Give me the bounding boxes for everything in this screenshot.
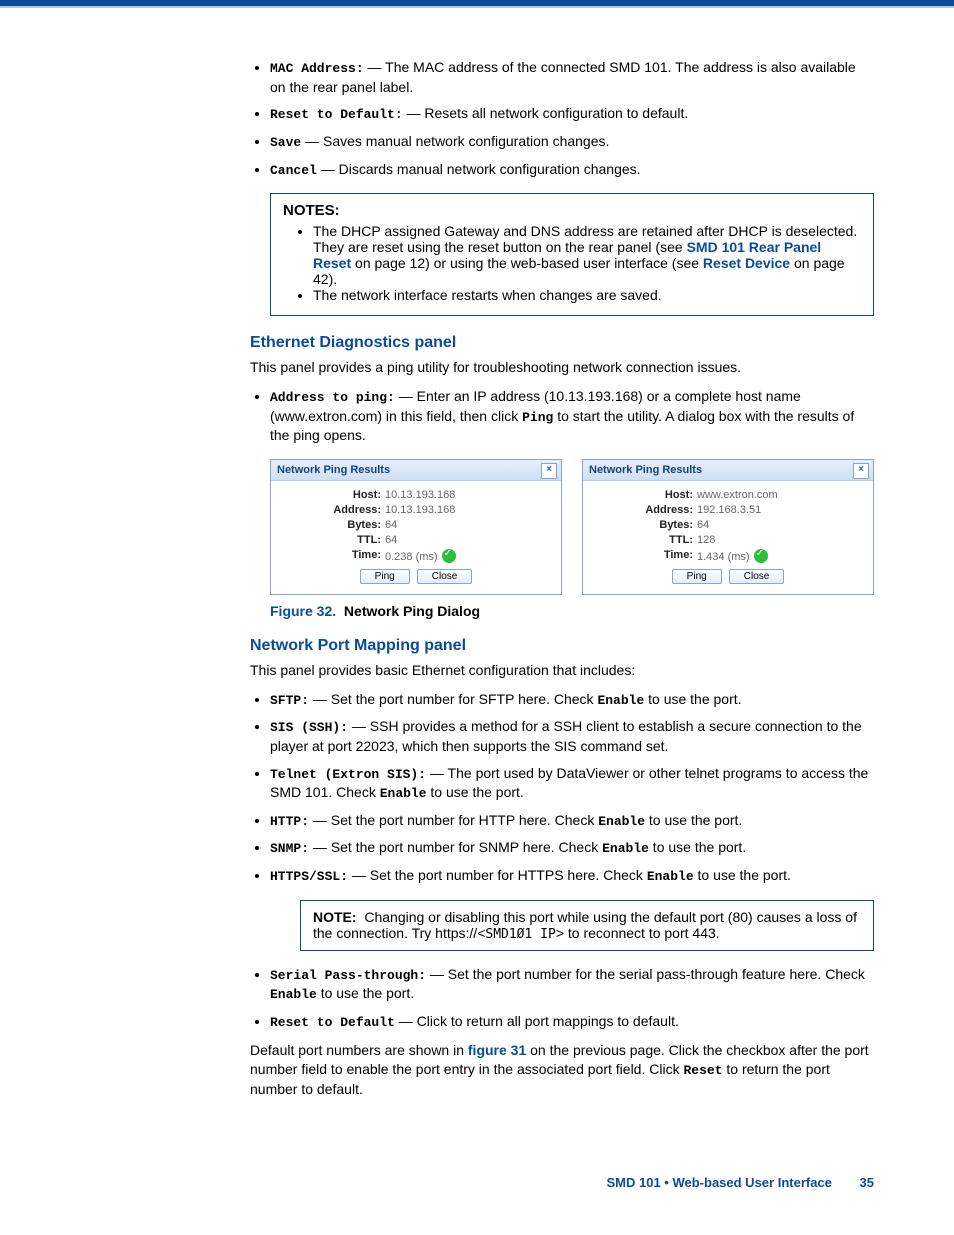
heading-network-port-mapping: Network Port Mapping panel [250, 637, 874, 655]
check-icon [442, 549, 456, 563]
term-reset: Reset to Default: [270, 107, 403, 122]
top-definition-list: MAC Address: — The MAC address of the co… [250, 58, 874, 179]
right-ttl: 128 [697, 534, 715, 546]
notes-item-1: The DHCP assigned Gateway and DNS addres… [313, 223, 861, 287]
note-label: NOTE: [313, 909, 357, 925]
term-address-to-ping: Address to ping: [270, 390, 395, 405]
dialog-titlebar: Network Ping Results × [583, 460, 873, 481]
close-icon[interactable]: × [853, 463, 869, 479]
right-bytes: 64 [697, 519, 709, 531]
figure-caption: Figure 32. Network Ping Dialog [270, 603, 874, 619]
eth-bullet: Address to ping: — Enter an IP address (… [270, 387, 874, 445]
link-reset-device[interactable]: Reset Device [703, 255, 790, 271]
text-save: — Saves manual network configuration cha… [301, 133, 609, 149]
term-mac: MAC Address: [270, 61, 364, 76]
right-address: 192.168.3.51 [697, 504, 761, 516]
eth-intro: This panel provides a ping utility for t… [250, 358, 874, 377]
page-footer: SMD 101 • Web-based User Interface 35 [0, 1145, 954, 1220]
close-icon[interactable]: × [541, 463, 557, 479]
ping-button[interactable]: Ping [360, 569, 410, 584]
heading-ethernet-diagnostics: Ethernet Diagnostics panel [250, 334, 874, 352]
left-host: 10.13.193.168 [385, 489, 455, 501]
close-button[interactable]: Close [417, 569, 473, 584]
term-cancel: Cancel [270, 163, 317, 178]
term-save: Save [270, 135, 301, 150]
notes-heading: NOTES: [283, 202, 861, 219]
ping-button[interactable]: Ping [672, 569, 722, 584]
left-address: 10.13.193.168 [385, 504, 455, 516]
note-box-https: NOTE: Changing or disabling this port wh… [300, 900, 874, 951]
check-icon [754, 549, 768, 563]
text-reset: — Resets all network configuration to de… [403, 105, 689, 121]
link-figure-31[interactable]: figure 31 [468, 1042, 526, 1058]
left-bytes: 64 [385, 519, 397, 531]
notes-box: NOTES: The DHCP assigned Gateway and DNS… [270, 193, 874, 316]
right-time: 1.434 (ms) [697, 549, 768, 563]
npm-intro: This panel provides basic Ethernet confi… [250, 661, 874, 680]
page-top-accent [0, 0, 954, 8]
notes-item-2: The network interface restarts when chan… [313, 287, 861, 303]
ping-dialog-row: Network Ping Results × Host:10.13.193.16… [270, 459, 874, 595]
text-cancel: — Discards manual network configuration … [317, 161, 641, 177]
ping-dialog-right: Network Ping Results × Host:www.extron.c… [582, 459, 874, 595]
left-time: 0.238 (ms) [385, 549, 456, 563]
right-host: www.extron.com [697, 489, 778, 501]
close-button[interactable]: Close [729, 569, 785, 584]
left-ttl: 64 [385, 534, 397, 546]
dialog-titlebar: Network Ping Results × [271, 460, 561, 481]
ping-dialog-left: Network Ping Results × Host:10.13.193.16… [270, 459, 562, 595]
npm-outro: Default port numbers are shown in figure… [250, 1041, 874, 1098]
